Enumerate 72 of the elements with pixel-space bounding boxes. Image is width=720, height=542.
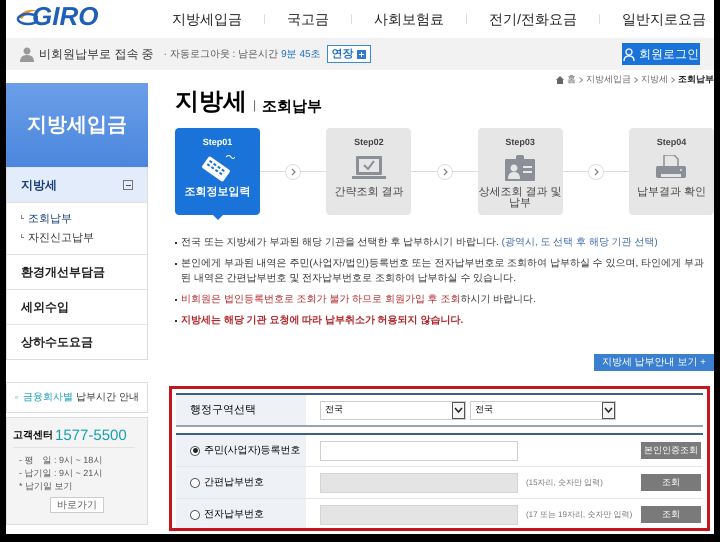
nav-link[interactable]: 국고금 [287,8,330,30]
payment-hours-link[interactable]: 금융회사별 납부시간 안내 [6,382,148,413]
extend-button[interactable]: 연장 [326,45,371,63]
notice-text: 지방세는 해당 기관 요청에 따라 납부취소가 허용되지 않습니다. [181,314,464,328]
page-title: 지방세 [175,90,247,114]
radio-label: 주민(사업자)등록번호 [204,444,301,458]
sidebar-item[interactable]: 상하수도요금 [21,333,93,351]
collapse-icon[interactable] [123,180,133,190]
title-separator: | [253,97,256,114]
home-icon [556,76,564,84]
radio-label: 간편납부번호 [204,476,264,490]
inquiry-button[interactable]: 본인인증조회 [641,442,701,459]
hours-text: - 평 일 : 9시 ~ 18시 [19,454,104,467]
chevron-icon [579,77,583,83]
number-input-field[interactable] [320,441,518,461]
user-icon [20,46,34,62]
remaining-time: 9분 45초 [281,48,321,62]
hint-text: (17 또는 19자리, 숫자만 입력) [526,508,634,520]
breadcrumb-link[interactable]: 홈 [567,73,576,87]
nav-link[interactable]: 사회보험료 [374,8,444,30]
sidebar-item[interactable]: 세외수입 [21,298,69,316]
page-subtitle: 조회납부 [262,99,322,114]
member-login-button[interactable]: 회원로그인 [622,43,700,65]
connection-status: 비회원납부로 접속 중 [39,46,154,63]
region-select[interactable]: 전국 [320,400,466,420]
notice-text: 비회원은 법인등록번호로 조회가 불가 하므로 회원가입 후 조회하시기 바랍니다. [181,293,536,307]
payment-guide-button[interactable]: 지방세 납부안내 보기 + [594,354,714,371]
breadcrumb-link[interactable]: 조회납부 [678,73,714,87]
radio-button[interactable] [190,446,200,456]
giro-logo[interactable]: GIRO [16,3,98,29]
step-card[interactable]: Step01 조회정보입력 [175,128,260,215]
breadcrumb-link[interactable]: 지방세입금 [586,73,631,87]
step-title: 납부결과 확인 [636,186,706,198]
user-icon [623,48,635,60]
breadcrumb-link[interactable]: 지방세 [641,73,668,87]
region-select[interactable]: 전국 [470,400,616,420]
sidebar-item[interactable]: 환경개선부담금 [21,263,105,281]
region-label: 행정구역선택 [176,395,306,425]
step-title: 조회정보입력 [184,186,250,198]
nav-link[interactable]: 전기/전화요금 [489,8,577,30]
phone-number: 1577-5500 [55,428,127,443]
step-label: Step03 [505,136,535,149]
hours-text: * 납기일 보기 [19,480,74,493]
step-label: Step01 [202,136,232,149]
step-label: Step02 [354,136,384,149]
auto-logout-label: · 자동로그아웃 : 남은시간 [164,48,278,62]
step-title: 상세조회 결과 및 납부 [478,186,563,208]
submenu-item[interactable]: 자진신고납부 [28,230,94,246]
radio-label: 전자납부번호 [204,508,264,522]
hours-text: - 납기일 : 9시 ~ 21시 [19,467,104,480]
notice-text: 본인에게 부과된 내역은 주민(사업자/법인)등록번호 또는 전자납부번호로 조회하여 납부하실 수 있으며, 타인에게 부과된 내역은 간편납부번호 및 전자납부번호로 조회하여 납부하실 수 있습니다. [181,257,705,286]
chevron-icon [671,77,675,83]
hint-text: (15자리, 숫자만 입력) [526,476,604,488]
step-label: Step04 [656,136,686,149]
step-title: 간략조회 결과 [334,186,404,198]
chevron-icon [634,77,638,83]
nav-link[interactable]: 일반지로요금 [622,8,706,30]
sidebar-item[interactable]: 지방세 [21,176,57,194]
shortcut-button[interactable]: 바로가기 [50,497,104,513]
step-card[interactable]: Step03 상세조회 결과 및 납부 [478,128,563,215]
id-card-icon [505,154,536,180]
sidebar-title: 지방세입금 [6,83,148,167]
notice-text: 전국 또는 지방세가 부과된 해당 기관을 선택한 후 납부하시기 바랍니다. (광역시, 도 선택 후 해당 기관 선택) [181,236,658,250]
printer-icon [655,154,688,180]
plus-square-icon [356,50,366,58]
step-card[interactable]: Step02 간략조회 결과 [326,128,412,215]
submenu-item[interactable]: 조회납부 [28,211,72,228]
contact-label: 고객센터 [13,429,53,443]
laptop-check-icon [352,154,386,180]
nav-link[interactable]: 지방세입금 [172,8,242,30]
step-card[interactable]: Step04 납부결과 확인 [628,128,714,215]
keyboard-icon [200,152,234,182]
